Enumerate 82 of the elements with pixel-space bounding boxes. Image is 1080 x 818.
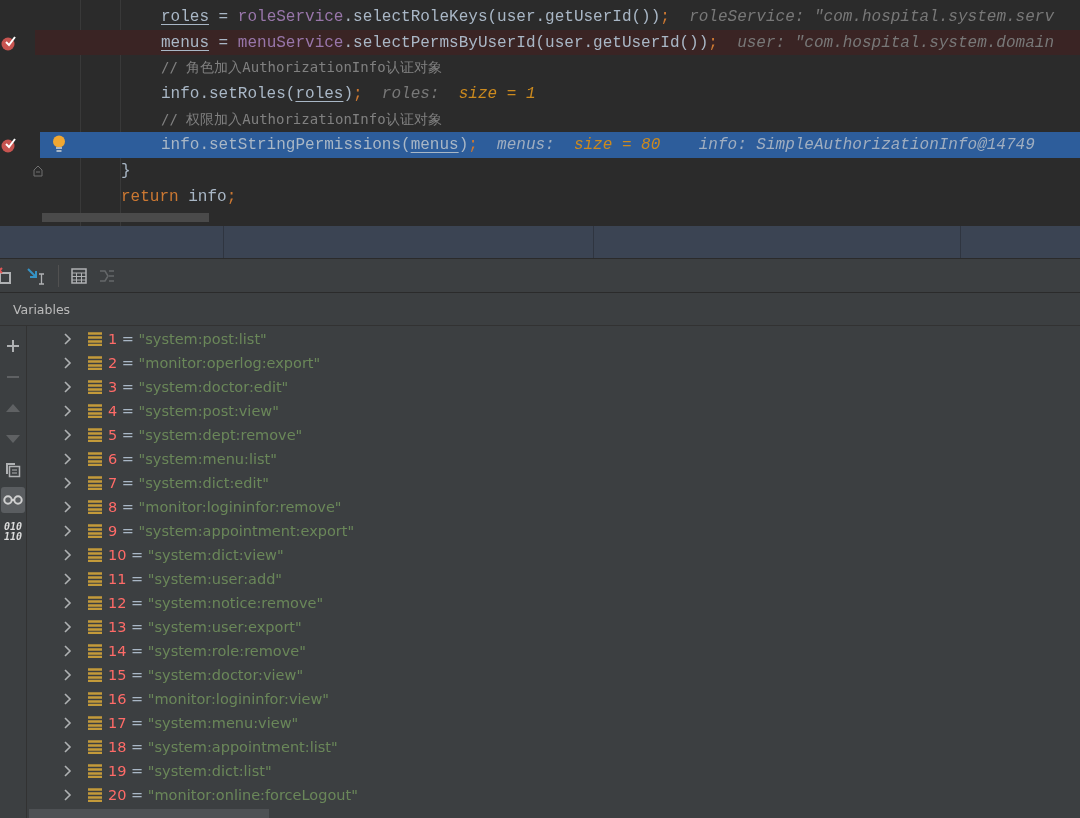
variable-entry[interactable]: 1 = "system:post:list": [108, 331, 267, 347]
variable-entry[interactable]: 9 = "system:appointment:export": [108, 523, 355, 539]
variable-entry[interactable]: 8 = "monitor:logininfor:remove": [108, 499, 342, 515]
array-element-icon: [88, 524, 102, 538]
binary-toggle[interactable]: 010 110: [1, 518, 25, 545]
breakpoint-icon[interactable]: [1, 137, 17, 154]
chevron-icon[interactable]: [62, 381, 72, 393]
array-element-icon: [88, 404, 102, 418]
variable-entry[interactable]: 3 = "system:doctor:edit": [108, 379, 289, 395]
array-element-icon: [88, 692, 102, 706]
chevron-icon[interactable]: [62, 333, 72, 345]
variable-entry[interactable]: 13 = "system:user:export": [108, 619, 302, 635]
array-element-icon: [88, 572, 102, 586]
code-line: }: [121, 161, 131, 180]
variable-entry[interactable]: 17 = "system:menu:view": [108, 715, 299, 731]
array-element-icon: [88, 788, 102, 802]
glasses-icon: [3, 495, 23, 505]
restore-icon[interactable]: [0, 266, 14, 285]
variable-entry[interactable]: 19 = "system:dict:list": [108, 763, 272, 779]
array-element-icon: [88, 620, 102, 634]
variable-entry[interactable]: 14 = "system:role:remove": [108, 643, 306, 659]
code-line: // 权限加入AuthorizationInfo认证对象: [161, 110, 442, 129]
code-line: info.setStringPermissions(menus); menus: size = 80 info: SimpleAuthorizationInfo@14749: [161, 136, 1035, 155]
array-element-icon: [88, 428, 102, 442]
array-element-icon: [88, 668, 102, 682]
array-element-icon: [88, 740, 102, 754]
chevron-icon[interactable]: [62, 453, 72, 465]
array-element-icon: [88, 452, 102, 466]
breakpoint-icon[interactable]: [1, 34, 17, 51]
variable-entry[interactable]: 16 = "monitor:logininfor:view": [108, 691, 330, 707]
array-element-icon: [88, 596, 102, 610]
calculator-icon[interactable]: [71, 267, 87, 284]
chevron-icon[interactable]: [62, 669, 72, 681]
array-element-icon: [88, 500, 102, 514]
variable-entry[interactable]: 5 = "system:dept:remove": [108, 427, 303, 443]
code-line: menus = menuService.selectPermsByUserId(user.getUserId()); user: "com.hospital.system.domain: [161, 33, 1054, 52]
chevron-icon[interactable]: [62, 549, 72, 561]
panel-title: Variables: [13, 301, 71, 317]
variable-entry[interactable]: 2 = "monitor:operlog:export": [108, 355, 321, 371]
array-element-icon: [88, 380, 102, 394]
array-element-icon: [88, 644, 102, 658]
array-element-icon: [88, 356, 102, 370]
chevron-icon[interactable]: [62, 741, 72, 753]
glasses-toggle[interactable]: [1, 487, 25, 513]
variable-entry[interactable]: 10 = "system:dict:view": [108, 547, 284, 563]
variable-entry[interactable]: 20 = "monitor:online:forceLogout": [108, 787, 358, 803]
chevron-icon[interactable]: [62, 789, 72, 801]
code-line: return info;: [121, 187, 237, 206]
array-element-icon: [88, 476, 102, 490]
chevron-icon[interactable]: [62, 573, 72, 585]
variable-entry[interactable]: 4 = "system:post:view": [108, 403, 279, 419]
code-line: info.setRoles(roles); roles: size = 1: [161, 84, 536, 103]
lightbulb-icon[interactable]: [52, 135, 66, 154]
array-element-icon: [88, 716, 102, 730]
scrollbar-thumb[interactable]: [42, 213, 209, 222]
step-to-cursor-icon[interactable]: [26, 266, 46, 285]
chevron-icon[interactable]: [62, 765, 72, 777]
chevron-icon[interactable]: [62, 717, 72, 729]
array-element-icon: [88, 548, 102, 562]
chevron-icon[interactable]: [62, 597, 72, 609]
chevron-icon[interactable]: [62, 525, 72, 537]
variable-entry[interactable]: 12 = "system:notice:remove": [108, 595, 324, 611]
code-line: // 角色加入AuthorizationInfo认证对象: [161, 59, 442, 78]
chevron-icon[interactable]: [62, 477, 72, 489]
variable-entry[interactable]: 15 = "system:doctor:view": [108, 667, 304, 683]
code-line: roles = roleService.selectRoleKeys(user.getUserId()); roleService: "com.hospital.system.serv: [161, 7, 1054, 26]
array-element-icon: [88, 332, 102, 346]
array-element-icon: [88, 764, 102, 778]
chevron-icon[interactable]: [62, 501, 72, 513]
chevron-icon[interactable]: [62, 429, 72, 441]
add-icon[interactable]: [6, 338, 20, 353]
chevron-icon[interactable]: [62, 405, 72, 417]
chevron-icon[interactable]: [62, 621, 72, 633]
variable-entry[interactable]: 11 = "system:user:add": [108, 571, 283, 587]
variable-entry[interactable]: 18 = "system:appointment:list": [108, 739, 338, 755]
fold-icon[interactable]: [33, 165, 43, 178]
chevron-icon[interactable]: [62, 357, 72, 369]
chevron-icon[interactable]: [62, 693, 72, 705]
variable-entry[interactable]: 6 = "system:menu:list": [108, 451, 277, 467]
copy-icon[interactable]: [5, 461, 21, 478]
chevron-icon[interactable]: [62, 645, 72, 657]
variable-entry[interactable]: 7 = "system:dict:edit": [108, 475, 269, 491]
